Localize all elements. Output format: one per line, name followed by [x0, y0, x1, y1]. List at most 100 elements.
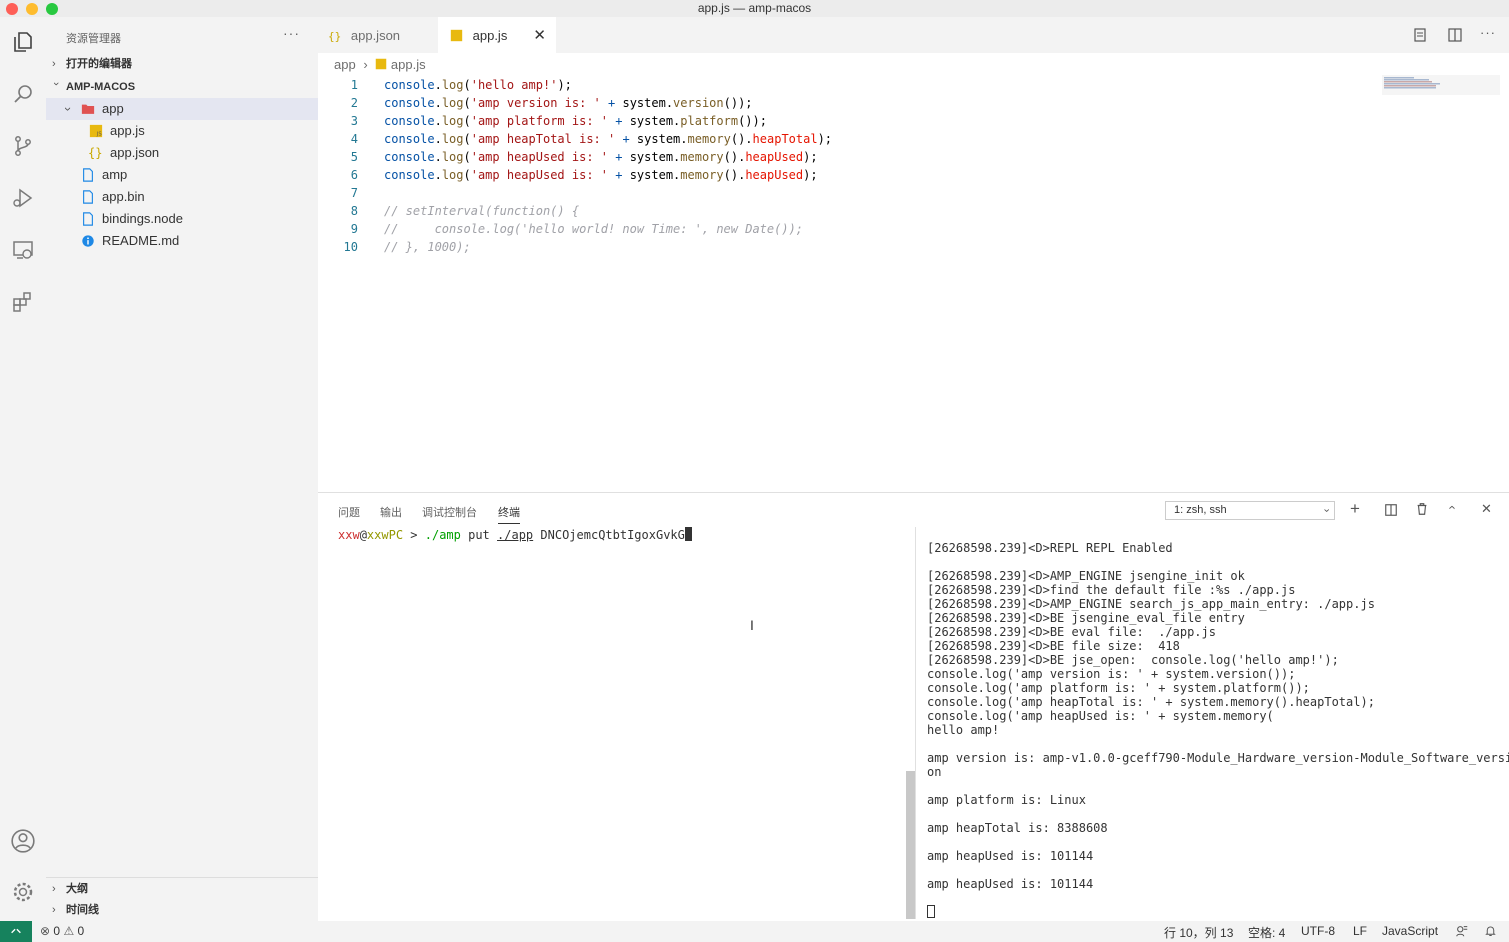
terminal-scrollbar[interactable] [906, 771, 915, 919]
command-arg: DNCOjemcQtbtIgoxGvkG [540, 528, 685, 542]
prompt-host: xxwPC [366, 528, 404, 542]
terminal-split-divider[interactable] [915, 527, 916, 919]
line-ending[interactable]: LF [1353, 924, 1367, 938]
tab-app-json[interactable]: {} app.json [318, 17, 438, 53]
code-line[interactable]: // }, 1000); [384, 238, 471, 256]
line-number: 2 [350, 96, 358, 110]
terminal-select[interactable]: 1: zsh, ssh › [1165, 501, 1335, 520]
error-count: 0 [53, 924, 61, 938]
code-line[interactable]: // console.log('hello world! now Time: '… [384, 220, 803, 238]
tree-item-label: app.bin [102, 189, 145, 204]
line-number: 7 [350, 186, 358, 200]
timeline-label: 时间线 [66, 904, 99, 916]
explorer-title: 资源管理器 [66, 33, 121, 45]
problems-indicator[interactable]: ⊗ 0 ⚠ 0 [40, 924, 84, 938]
files-icon[interactable] [8, 27, 38, 57]
code-line[interactable]: // setInterval(function() { [384, 202, 579, 220]
source-control-icon[interactable] [8, 131, 38, 161]
error-icon: ⊗ [40, 924, 51, 938]
explorer-more-actions-icon[interactable]: ··· [283, 25, 300, 41]
open-editors-section[interactable]: › 打开的编辑器 [46, 53, 318, 75]
tree-file-bindings-node[interactable]: bindings.node [46, 208, 318, 230]
tree-folder-app[interactable]: › app [46, 98, 318, 120]
tree-item-label: README.md [102, 233, 180, 248]
tree-file-amp[interactable]: amp [46, 164, 318, 186]
close-panel-icon[interactable]: ✕ [1481, 501, 1492, 517]
tree-file-app-json[interactable]: {} app.json [46, 142, 318, 164]
line-number: 4 [350, 132, 358, 146]
code-line[interactable]: console.log('amp heapUsed is: ' + system… [384, 148, 818, 166]
remote-icon [11, 928, 21, 934]
maximize-panel-icon[interactable]: › [1444, 505, 1459, 509]
terminal-left[interactable]: xxw@xxwPC > ./amp put ./app DNCOjemcQtbt… [338, 527, 908, 542]
extensions-icon[interactable] [8, 287, 38, 317]
editor-area: {} app.json app.js ✕ ··· app › app.js 1 c… [318, 17, 1509, 492]
new-terminal-icon[interactable]: + [1350, 499, 1360, 519]
search-icon[interactable] [8, 79, 38, 109]
close-tab-icon[interactable]: ✕ [533, 17, 546, 55]
breadcrumb-file[interactable]: app.js [391, 57, 426, 72]
status-bar: ⊗ 0 ⚠ 0 行 10，列 13 空格: 4 UTF-8 LF JavaScr… [0, 921, 1509, 942]
code-line[interactable]: console.log('hello amp!'); [384, 76, 572, 94]
chevron-right-icon: › [52, 883, 56, 895]
line-number: 5 [350, 150, 358, 164]
split-editor-icon[interactable] [1447, 27, 1463, 46]
warning-count: 0 [77, 924, 85, 938]
more-actions-icon[interactable]: ··· [1480, 25, 1496, 40]
tree-file-readme[interactable]: README.md [46, 230, 318, 252]
file-icon [83, 212, 93, 226]
cursor-position[interactable]: 行 10，列 13 [1164, 924, 1233, 941]
split-terminal-icon[interactable] [1384, 503, 1398, 520]
title-bar: app.js — amp-macos [0, 0, 1509, 17]
json-file-icon: {} [328, 30, 342, 43]
line-number: 6 [350, 168, 358, 182]
indentation[interactable]: 空格: 4 [1248, 924, 1285, 941]
outline-section[interactable]: › 大纲 [46, 877, 318, 899]
code-line[interactable]: console.log('amp heapTotal is: ' + syste… [384, 130, 832, 148]
file-icon [83, 190, 93, 204]
tree-file-app-js[interactable]: JS app.js [46, 120, 318, 142]
settings-gear-icon[interactable] [8, 877, 38, 907]
remote-indicator[interactable] [0, 921, 32, 942]
tree-item-label: app [102, 101, 124, 116]
line-number: 1 [350, 78, 358, 92]
timeline-section[interactable]: › 时间线 [46, 899, 318, 921]
prompt-user: xxw [338, 528, 360, 542]
notifications-bell-icon[interactable] [1484, 924, 1497, 941]
minimap[interactable] [1382, 75, 1500, 95]
code-line[interactable]: console.log('amp platform is: ' + system… [384, 112, 767, 130]
terminal-right[interactable]: [26268598.239]<D>REPL REPL Enabled [2626… [927, 541, 1509, 891]
command-name: ./amp [424, 528, 461, 542]
terminal-cursor [927, 905, 935, 918]
tab-problems[interactable]: 问题 [338, 504, 360, 520]
command-arg: ./app [497, 528, 534, 542]
encoding[interactable]: UTF-8 [1301, 924, 1335, 938]
tab-label: app.json [350, 28, 401, 43]
trash-icon[interactable] [1415, 502, 1429, 519]
bottom-panel: 问题 输出 调试控制台 终端 1: zsh, ssh › + › ✕ xxw@x… [318, 492, 1509, 921]
tab-debug-console[interactable]: 调试控制台 [422, 504, 477, 520]
tree-file-app-bin[interactable]: app.bin [46, 186, 318, 208]
tree-item-label: bindings.node [102, 211, 183, 226]
line-number: 8 [350, 204, 358, 218]
run-debug-icon[interactable] [8, 183, 38, 213]
file-icon [83, 168, 93, 182]
tab-app-js[interactable]: app.js ✕ [438, 17, 556, 53]
tab-output[interactable]: 输出 [380, 504, 402, 520]
open-preview-icon[interactable] [1412, 27, 1428, 46]
js-file-icon [376, 58, 387, 70]
terminal-cursor [684, 527, 692, 541]
code-line[interactable]: console.log('amp version is: ' + system.… [384, 94, 753, 112]
breadcrumb-folder[interactable]: app [334, 57, 356, 72]
line-number: 10 [343, 240, 358, 254]
window-title: app.js — amp-macos [697, 1, 812, 15]
tab-terminal[interactable]: 终端 [498, 504, 520, 524]
code-line[interactable]: console.log('amp heapUsed is: ' + system… [384, 166, 818, 184]
language-mode[interactable]: JavaScript [1382, 924, 1438, 938]
feedback-icon[interactable] [1455, 924, 1469, 941]
project-label: AMP-MACOS [66, 81, 136, 93]
remote-explorer-icon[interactable] [8, 235, 38, 265]
tree-item-label: app.json [110, 145, 160, 160]
project-section[interactable]: › AMP-MACOS [46, 76, 318, 98]
account-icon[interactable] [8, 826, 38, 856]
